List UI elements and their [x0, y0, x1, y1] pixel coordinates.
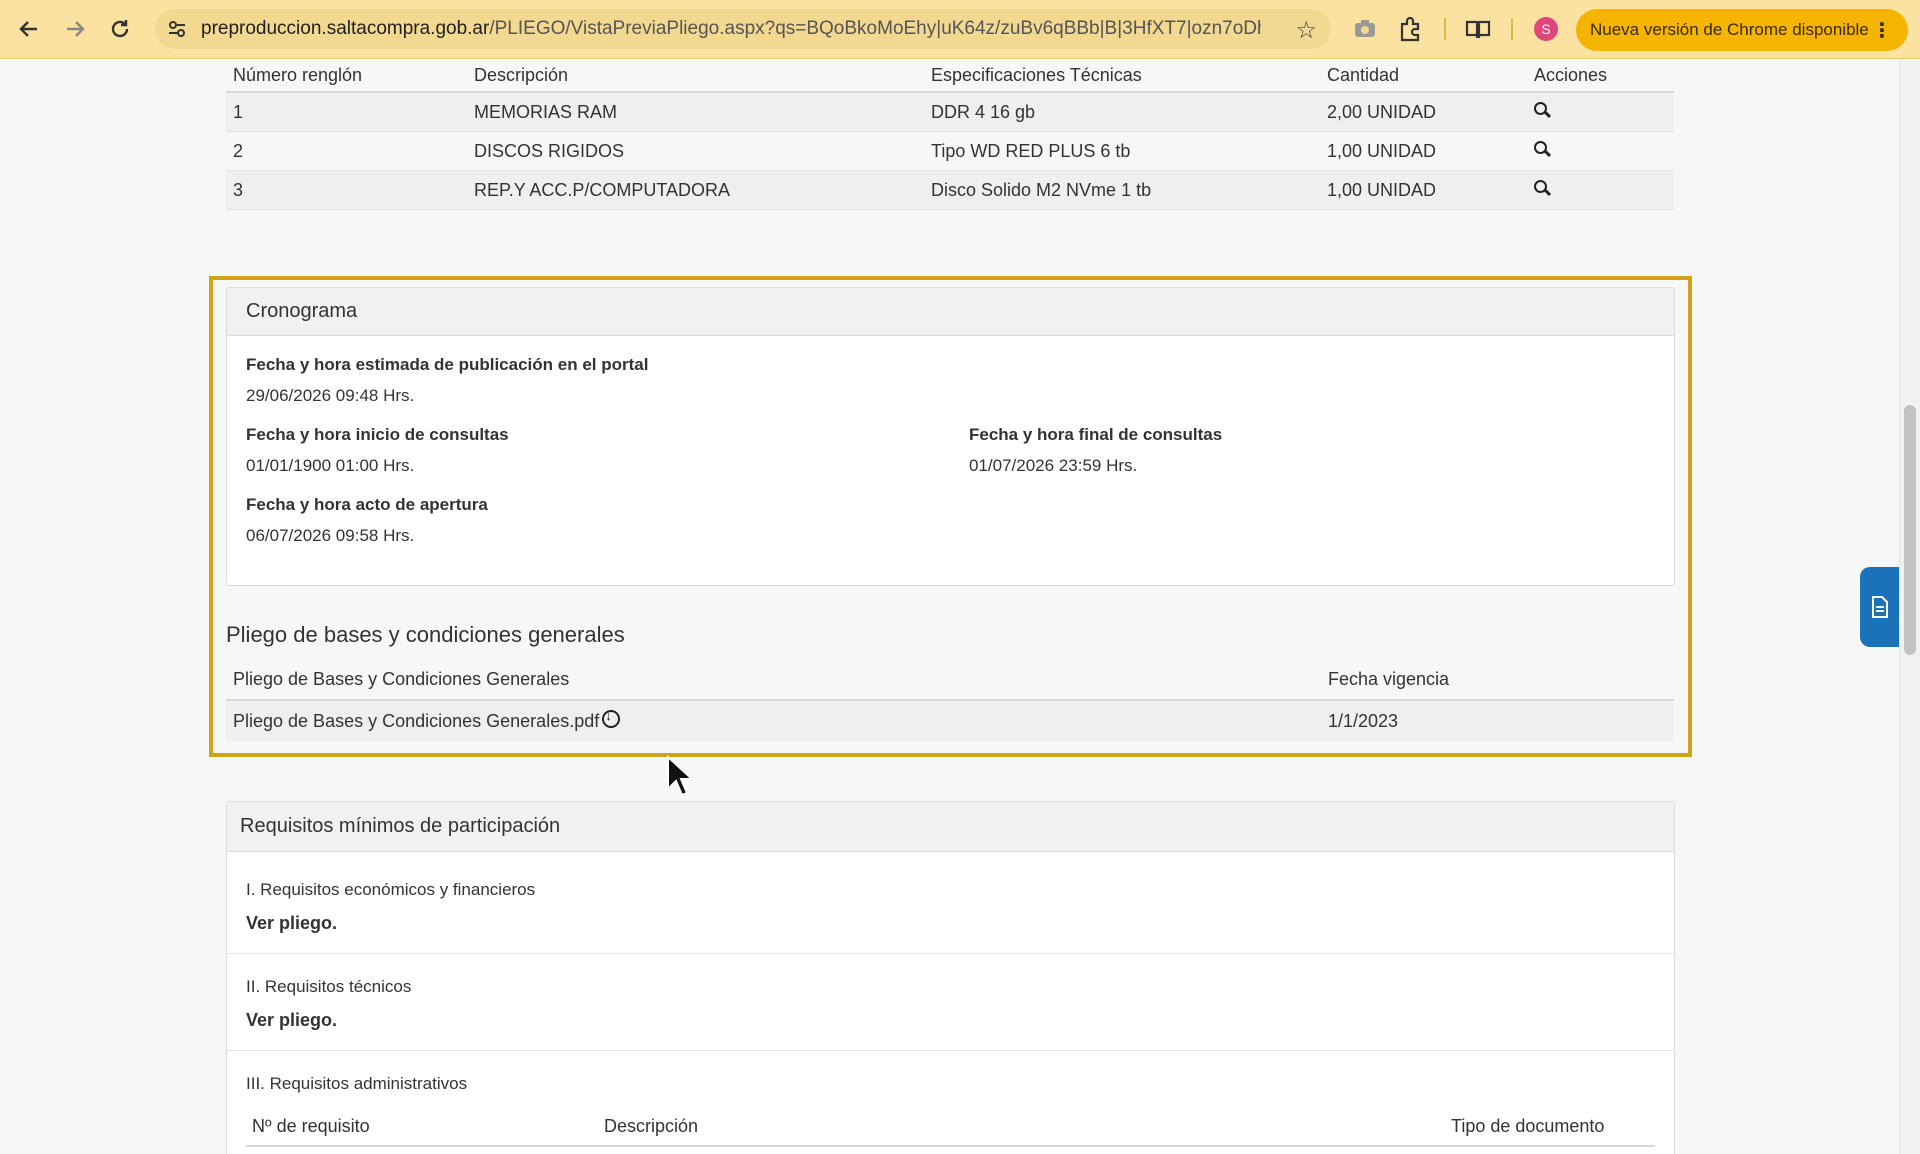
cell-desc: MEMORIAS RAM [467, 92, 924, 132]
extensions-icon[interactable] [1396, 15, 1424, 43]
table-row: 3 REP.Y ACC.P/COMPUTADORA Disco Solido M… [226, 170, 1674, 210]
req-tecnicos-label: II. Requisitos técnicos [246, 977, 412, 996]
items-table: Número renglón Descripción Especificacio… [226, 59, 1674, 210]
col-cantidad: Cantidad [1320, 59, 1527, 93]
cell-spec: DDR 4 16 gb [924, 92, 1320, 132]
cell-qty: 2,00 UNIDAD [1320, 92, 1527, 132]
search-icon[interactable] [1534, 140, 1550, 157]
cell-actions [1527, 170, 1674, 210]
cell-spec: Disco Solido M2 NVme 1 tb [924, 170, 1320, 210]
cell-desc: DISCOS RIGIDOS [467, 131, 924, 171]
star-icon[interactable]: ☆ [1295, 16, 1317, 45]
reload-icon[interactable] [102, 11, 138, 47]
cell-qty: 1,00 UNIDAD [1320, 131, 1527, 171]
chrome-update-button[interactable]: Nueva versión de Chrome disponible ⋮ [1576, 9, 1908, 51]
col-req-descripcion: Descripción [604, 1116, 699, 1136]
page-content: Número renglón Descripción Especificacio… [0, 59, 1900, 1154]
url-host: preproduccion.saltacompra.gob.ar [201, 18, 490, 39]
col-numero: Número renglón [226, 59, 467, 93]
divider [227, 1050, 1674, 1051]
url-path: /PLIEGO/VistaPreviaPliego.aspx?qs=BQoBko… [489, 18, 1261, 39]
cell-actions [1527, 92, 1674, 132]
requisitos-panel: Requisitos mínimos de participación I. R… [226, 801, 1675, 1154]
col-numero-requisito: Nº de requisito [252, 1116, 370, 1136]
site-info-icon[interactable] [165, 17, 189, 41]
toolbar-divider [1444, 18, 1446, 40]
search-icon[interactable] [1534, 101, 1550, 118]
divider [246, 1145, 1655, 1147]
toolbar-divider [1511, 18, 1513, 40]
document-side-tab[interactable] [1860, 567, 1900, 647]
table-row: 1 MEMORIAS RAM DDR 4 16 gb 2,00 UNIDAD [226, 92, 1674, 132]
browser-toolbar: preproduccion.saltacompra.gob.ar/PLIEGO/… [0, 0, 1920, 59]
menu-icon[interactable]: ⋮ [1872, 18, 1892, 43]
cell-num: 1 [226, 92, 467, 132]
document-icon [1872, 596, 1888, 618]
cell-num: 3 [226, 170, 467, 210]
col-tipo-documento: Tipo de documento [1451, 1116, 1605, 1136]
scrollbar-thumb[interactable] [1904, 405, 1916, 655]
highlight-frame [209, 276, 1692, 757]
col-acciones: Acciones [1527, 59, 1674, 93]
req-economicos-label: I. Requisitos económicos y financieros [246, 880, 536, 899]
search-icon[interactable] [1534, 179, 1550, 196]
req-administrativos-label: III. Requisitos administrativos [246, 1074, 468, 1093]
cell-desc: REP.Y ACC.P/COMPUTADORA [467, 170, 924, 210]
col-descripcion: Descripción [467, 59, 924, 93]
url-text[interactable]: preproduccion.saltacompra.gob.ar/PLIEGO/… [201, 18, 1261, 40]
mouse-cursor-icon [667, 755, 695, 797]
back-icon[interactable] [11, 11, 47, 47]
update-label: Nueva versión de Chrome disponible [1590, 20, 1869, 39]
divider [227, 953, 1674, 954]
camera-icon[interactable] [1351, 15, 1379, 43]
forward-icon[interactable] [57, 11, 93, 47]
cell-qty: 1,00 UNIDAD [1320, 170, 1527, 210]
cell-num: 2 [226, 131, 467, 171]
table-row: 2 DISCOS RIGIDOS Tipo WD RED PLUS 6 tb 1… [226, 131, 1674, 171]
reading-list-icon[interactable] [1464, 15, 1492, 43]
cell-spec: Tipo WD RED PLUS 6 tb [924, 131, 1320, 171]
cell-actions [1527, 131, 1674, 171]
avatar[interactable]: S [1534, 17, 1558, 41]
req-tecnicos-value: Ver pliego. [246, 1010, 338, 1030]
address-bar[interactable]: preproduccion.saltacompra.gob.ar/PLIEGO/… [155, 9, 1331, 49]
requisitos-title: Requisitos mínimos de participación [227, 802, 1674, 852]
col-especificaciones: Especificaciones Técnicas [924, 59, 1320, 93]
req-economicos-value: Ver pliego. [246, 913, 338, 933]
